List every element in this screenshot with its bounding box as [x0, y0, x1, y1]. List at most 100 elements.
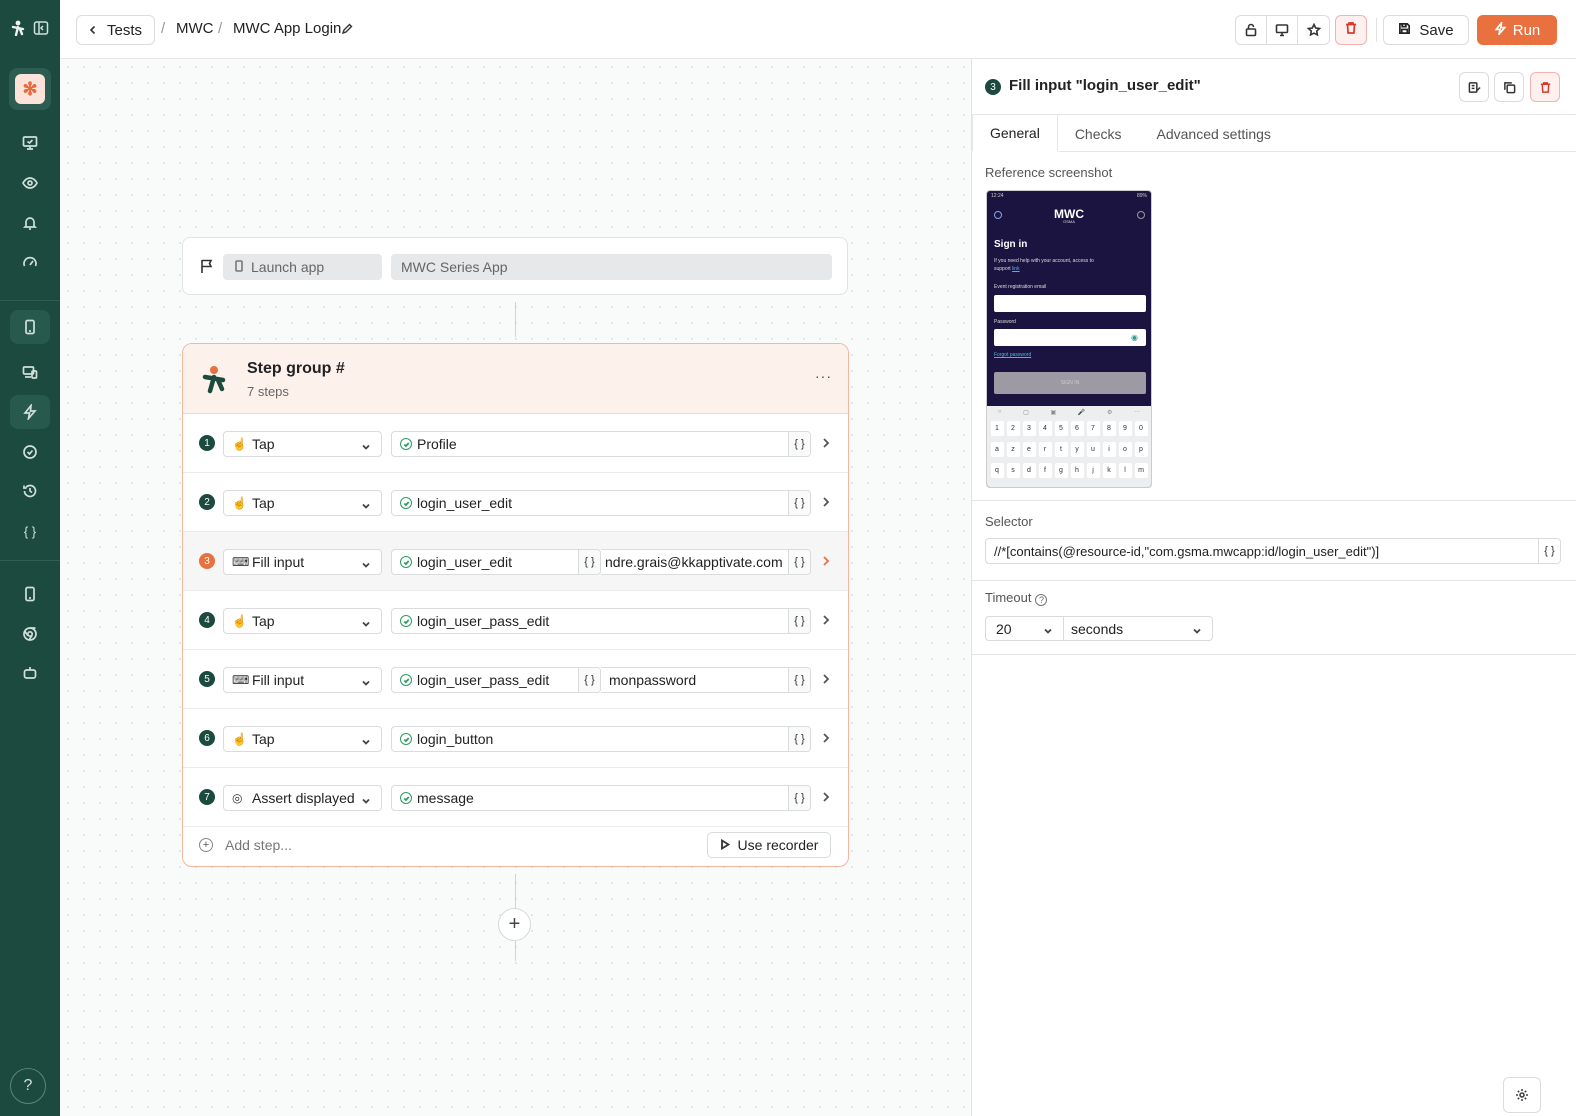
- history-icon[interactable]: [10, 474, 50, 508]
- keyboard-key: j: [1086, 463, 1100, 478]
- keyboard-key: z: [1006, 442, 1020, 457]
- target-field[interactable]: Profile { }: [391, 431, 811, 457]
- keyboard-key: m: [1134, 463, 1148, 478]
- timeout-unit-select[interactable]: seconds: [1063, 616, 1213, 641]
- timeout-label-text: Timeout: [985, 590, 1032, 605]
- value-field[interactable]: monpassword { }: [601, 667, 811, 693]
- action-select[interactable]: ◎ Assert displayed: [223, 785, 382, 811]
- timeout-value: 20: [996, 620, 1012, 637]
- star-icon[interactable]: [1298, 16, 1329, 44]
- variables-button[interactable]: { }: [578, 668, 600, 692]
- robot-icon[interactable]: [10, 656, 50, 690]
- variables-button[interactable]: { }: [788, 786, 810, 810]
- phone-icon[interactable]: [10, 310, 50, 344]
- phone-help-line2: support: [994, 266, 1011, 272]
- chevron-right-icon[interactable]: [821, 436, 833, 448]
- breadcrumb-project[interactable]: MWC: [176, 20, 214, 37]
- step-number: 5: [199, 671, 215, 687]
- delete-step-icon[interactable]: [1530, 72, 1560, 102]
- launch-app-step[interactable]: Launch app MWC Series App: [182, 237, 848, 295]
- variables-button[interactable]: { }: [788, 609, 810, 633]
- variables-button[interactable]: { }: [788, 432, 810, 456]
- unlock-icon[interactable]: [1236, 16, 1267, 44]
- action-select[interactable]: ⌨ Fill input: [223, 667, 382, 693]
- back-label: Tests: [107, 21, 143, 39]
- action-select[interactable]: ☝ Tap: [223, 490, 382, 516]
- add-node-button[interactable]: +: [498, 908, 531, 941]
- rename-icon[interactable]: [1459, 72, 1489, 102]
- run-button[interactable]: Run: [1477, 15, 1557, 45]
- use-recorder-button[interactable]: Use recorder: [707, 832, 831, 858]
- settings-gear-icon[interactable]: [1503, 1077, 1541, 1113]
- tab-advanced-settings[interactable]: Advanced settings: [1140, 115, 1289, 152]
- chevron-right-icon[interactable]: [821, 495, 833, 507]
- chevron-right-icon[interactable]: [821, 672, 833, 684]
- target-field[interactable]: login_user_edit { }: [391, 549, 601, 575]
- tab-general[interactable]: General: [972, 115, 1058, 152]
- flow-canvas[interactable]: Launch app MWC Series App Step group # 7…: [60, 59, 971, 1116]
- chevron-right-icon[interactable]: [821, 613, 833, 625]
- back-button[interactable]: Tests: [76, 15, 156, 45]
- pencil-edit-icon[interactable]: [341, 22, 353, 40]
- chevron-right-icon[interactable]: [821, 554, 833, 566]
- action-select[interactable]: ☝ Tap: [223, 726, 382, 752]
- step-row[interactable]: 5 ⌨ Fill input login_user_pass_edit { } …: [183, 650, 848, 709]
- step-row[interactable]: 7 ◎ Assert displayed message { }: [183, 768, 848, 827]
- step-row[interactable]: 6 ☝ Tap login_button { }: [183, 709, 848, 768]
- devices-icon[interactable]: [10, 355, 50, 389]
- variables-button[interactable]: { }: [788, 550, 810, 574]
- chevron-right-icon[interactable]: [821, 731, 833, 743]
- step-row[interactable]: 2 ☝ Tap login_user_edit { }: [183, 473, 848, 532]
- save-button[interactable]: Save: [1383, 15, 1469, 45]
- action-select[interactable]: ☝ Tap: [223, 431, 382, 457]
- step-group-title[interactable]: Step group #: [247, 360, 345, 378]
- keyboard-key: q: [990, 463, 1004, 478]
- delete-test-button[interactable]: [1335, 15, 1367, 45]
- step-row-selected[interactable]: 3 ⌨ Fill input login_user_edit { } ndre.…: [183, 532, 848, 591]
- keyboard-key: 8: [1102, 421, 1116, 436]
- check-circle-icon: ◎: [232, 791, 243, 805]
- tab-checks[interactable]: Checks: [1058, 115, 1140, 152]
- variables-button[interactable]: { }: [788, 491, 810, 515]
- target-field[interactable]: login_button { }: [391, 726, 811, 752]
- variables-icon[interactable]: { }: [10, 514, 50, 548]
- bell-icon[interactable]: [10, 206, 50, 240]
- step-row[interactable]: 1 ☝ Tap Profile { }: [183, 414, 848, 473]
- breadcrumb-separator: /: [161, 20, 166, 37]
- browser-icon[interactable]: [10, 617, 50, 651]
- reference-screenshot[interactable]: 12:24 89% MWC GSMA Sign in If you need h…: [986, 190, 1152, 488]
- help-circle-icon[interactable]: ?: [1035, 594, 1048, 606]
- timeout-value-select[interactable]: 20: [985, 616, 1064, 641]
- selector-input[interactable]: //*[contains(@resource-id,"com.gsma.mwca…: [985, 538, 1561, 564]
- target-field[interactable]: login_user_pass_edit { }: [391, 667, 601, 693]
- target-field[interactable]: login_user_pass_edit { }: [391, 608, 811, 634]
- value-field[interactable]: ndre.grais@kkapptivate.com { }: [601, 549, 811, 575]
- more-options-icon[interactable]: ···: [815, 368, 832, 384]
- action-select[interactable]: ⌨ Fill input: [223, 549, 382, 575]
- target-field[interactable]: message { }: [391, 785, 811, 811]
- phone-outline-icon[interactable]: [10, 577, 50, 611]
- check-circle-icon[interactable]: [10, 435, 50, 469]
- plus-icon[interactable]: +: [199, 838, 213, 852]
- chevron-right-icon[interactable]: [821, 790, 833, 802]
- collapse-sidebar-icon[interactable]: [33, 20, 49, 41]
- variables-button[interactable]: { }: [788, 668, 810, 692]
- step-row[interactable]: 4 ☝ Tap login_user_pass_edit { }: [183, 591, 848, 650]
- duplicate-icon[interactable]: [1494, 72, 1524, 102]
- current-app-avatar[interactable]: ✻: [9, 68, 51, 110]
- action-select[interactable]: ☝ Tap: [223, 608, 382, 634]
- monitor-icon[interactable]: [10, 126, 50, 160]
- target-field[interactable]: login_user_edit { }: [391, 490, 811, 516]
- add-step-input[interactable]: Add step...: [225, 837, 292, 853]
- check-circle-icon: [400, 615, 412, 627]
- variables-button[interactable]: { }: [1538, 539, 1560, 563]
- lightning-icon[interactable]: [10, 395, 50, 429]
- variables-button[interactable]: { }: [578, 550, 600, 574]
- value-text: ndre.grais@kkapptivate.com: [605, 554, 783, 570]
- eye-icon[interactable]: [10, 166, 50, 200]
- variables-button[interactable]: { }: [788, 727, 810, 751]
- keyboard-key: f: [1038, 463, 1052, 478]
- screen-icon[interactable]: [1267, 16, 1298, 44]
- gauge-icon[interactable]: [10, 246, 50, 280]
- help-icon[interactable]: ?: [10, 1068, 46, 1104]
